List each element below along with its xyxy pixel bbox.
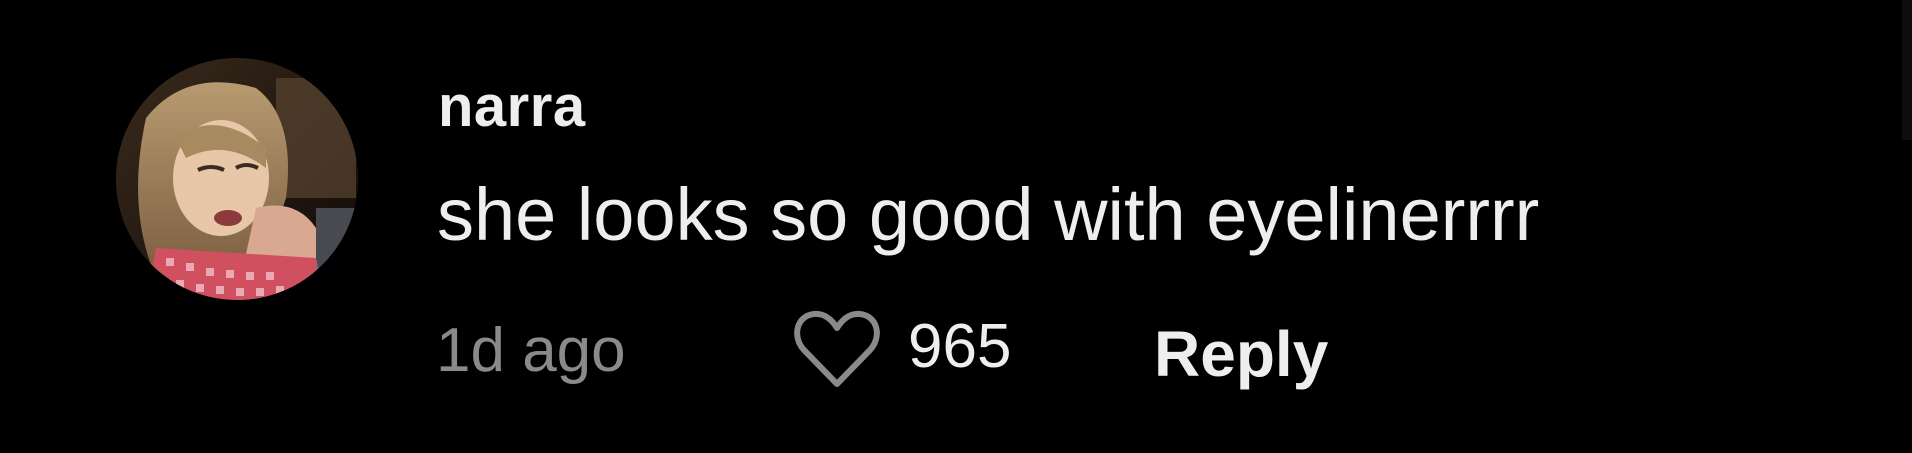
like-button[interactable] xyxy=(792,306,882,392)
reply-button[interactable]: Reply xyxy=(1154,322,1328,386)
like-count: 965 xyxy=(908,312,1012,381)
avatar[interactable] xyxy=(116,58,358,300)
scrollbar[interactable] xyxy=(1902,0,1912,140)
comment-username[interactable]: narra xyxy=(438,78,586,136)
comment-timestamp: 1d ago xyxy=(436,316,626,385)
comment-text: she looks so good with eyelinerrrr xyxy=(437,173,1540,256)
heart-outline-icon xyxy=(794,310,880,387)
avatar-photo xyxy=(116,58,358,300)
